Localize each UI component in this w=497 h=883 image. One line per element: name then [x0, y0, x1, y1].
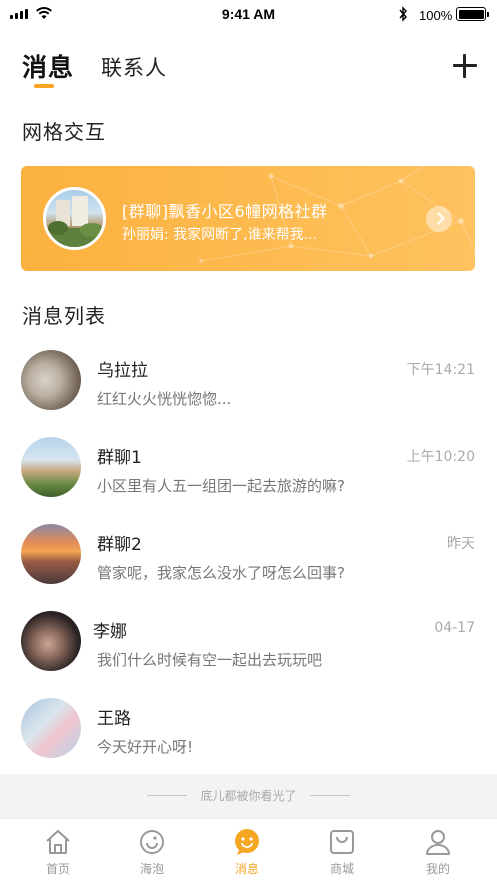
tab-profile[interactable]: 我的 [393, 819, 483, 883]
message-item[interactable]: 乌拉拉 红红火火恍恍惚惚... 下午14:21 [0, 350, 497, 437]
divider [310, 795, 350, 796]
tab-messages-nav[interactable]: 消息 [202, 819, 292, 883]
bluetooth-icon [399, 6, 407, 22]
message-sender: 群聊2 [97, 535, 142, 555]
status-bar: 9:41 AM 100% [0, 0, 497, 30]
active-tab-indicator [34, 84, 54, 88]
message-time: 上午10:20 [406, 449, 475, 465]
message-preview: 小区里有人五一组团一起去旅游的嘛? [97, 477, 345, 495]
avatar [21, 611, 81, 671]
message-time: 昨天 [447, 536, 475, 552]
message-item[interactable]: 群聊2 管家呢，我家怎么没水了呀怎么回事? 昨天 [0, 524, 497, 611]
plus-icon[interactable] [451, 52, 479, 80]
end-of-list-text: 底儿都被你看光了 [200, 789, 297, 803]
home-icon [46, 830, 70, 854]
tab-label: 海泡 [139, 862, 164, 876]
bubble-icon [140, 830, 164, 854]
group-card-preview: 孙丽娟: 我家网断了,谁来帮我... [122, 227, 317, 243]
message-sender: 王路 [97, 709, 131, 729]
shop-icon [330, 830, 354, 854]
message-preview: 我们什么时候有空一起出去玩玩吧 [97, 651, 323, 669]
message-time: 04-17 [434, 620, 475, 636]
tab-contacts[interactable]: 联系人 [101, 52, 167, 82]
tab-bubble[interactable]: 海泡 [107, 819, 197, 883]
message-sender: 群聊1 [97, 448, 142, 468]
group-avatar [43, 187, 106, 250]
message-icon [235, 829, 259, 855]
message-item[interactable]: 王路 今天好开心呀! [0, 698, 497, 785]
avatar [21, 524, 81, 584]
tab-messages[interactable]: 消息 [22, 48, 74, 84]
avatar [21, 350, 81, 410]
message-time: 下午14:21 [406, 362, 475, 378]
tab-label: 首页 [45, 862, 70, 876]
message-preview: 今天好开心呀! [97, 738, 194, 756]
message-preview: 管家呢，我家怎么没水了呀怎么回事? [97, 564, 345, 582]
avatar [21, 437, 81, 497]
tab-home[interactable]: 首页 [13, 819, 103, 883]
message-sender: 乌拉拉 [97, 361, 148, 381]
end-of-list: 底儿都被你看光了 [0, 774, 497, 818]
group-card-title: [群聊]飘香小区6幢网格社群 [122, 202, 328, 221]
message-preview: 红红火火恍恍惚惚... [97, 390, 232, 408]
grid-section-title: 网格交互 [22, 120, 106, 144]
header: 消息 联系人 [0, 44, 497, 94]
bottom-tab-bar: 首页 海泡 消息 商城 我的 [0, 818, 497, 883]
grid-group-card[interactable]: [群聊]飘香小区6幢网格社群 孙丽娟: 我家网断了,谁来帮我... [21, 166, 475, 271]
avatar [21, 698, 81, 758]
profile-icon [426, 830, 450, 855]
tab-label: 消息 [234, 862, 259, 876]
tab-label: 我的 [425, 862, 450, 876]
tab-label: 商城 [329, 862, 354, 876]
battery-percent: 100% [419, 8, 453, 23]
tab-shop[interactable]: 商城 [297, 819, 387, 883]
message-item[interactable]: 李娜 我们什么时候有空一起出去玩玩吧 04-17 [0, 611, 497, 698]
battery-icon [456, 7, 489, 21]
message-section-title: 消息列表 [22, 304, 106, 328]
message-sender: 李娜 [93, 622, 127, 642]
chevron-right-icon[interactable] [426, 206, 452, 232]
message-item[interactable]: 群聊1 小区里有人五一组团一起去旅游的嘛? 上午10:20 [0, 437, 497, 524]
